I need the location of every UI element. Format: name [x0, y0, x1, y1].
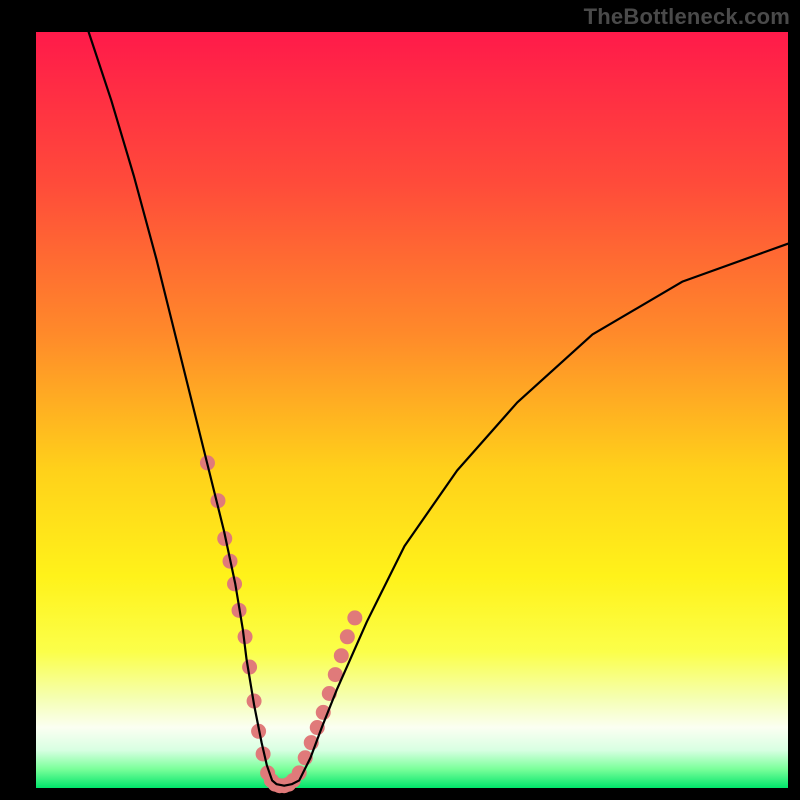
plot-background — [36, 32, 788, 788]
chart-svg — [0, 0, 800, 800]
watermark-text: TheBottleneck.com — [584, 4, 790, 30]
marker-dot — [347, 610, 362, 625]
marker-dot — [334, 648, 349, 663]
chart-stage: TheBottleneck.com — [0, 0, 800, 800]
marker-dot — [340, 629, 355, 644]
